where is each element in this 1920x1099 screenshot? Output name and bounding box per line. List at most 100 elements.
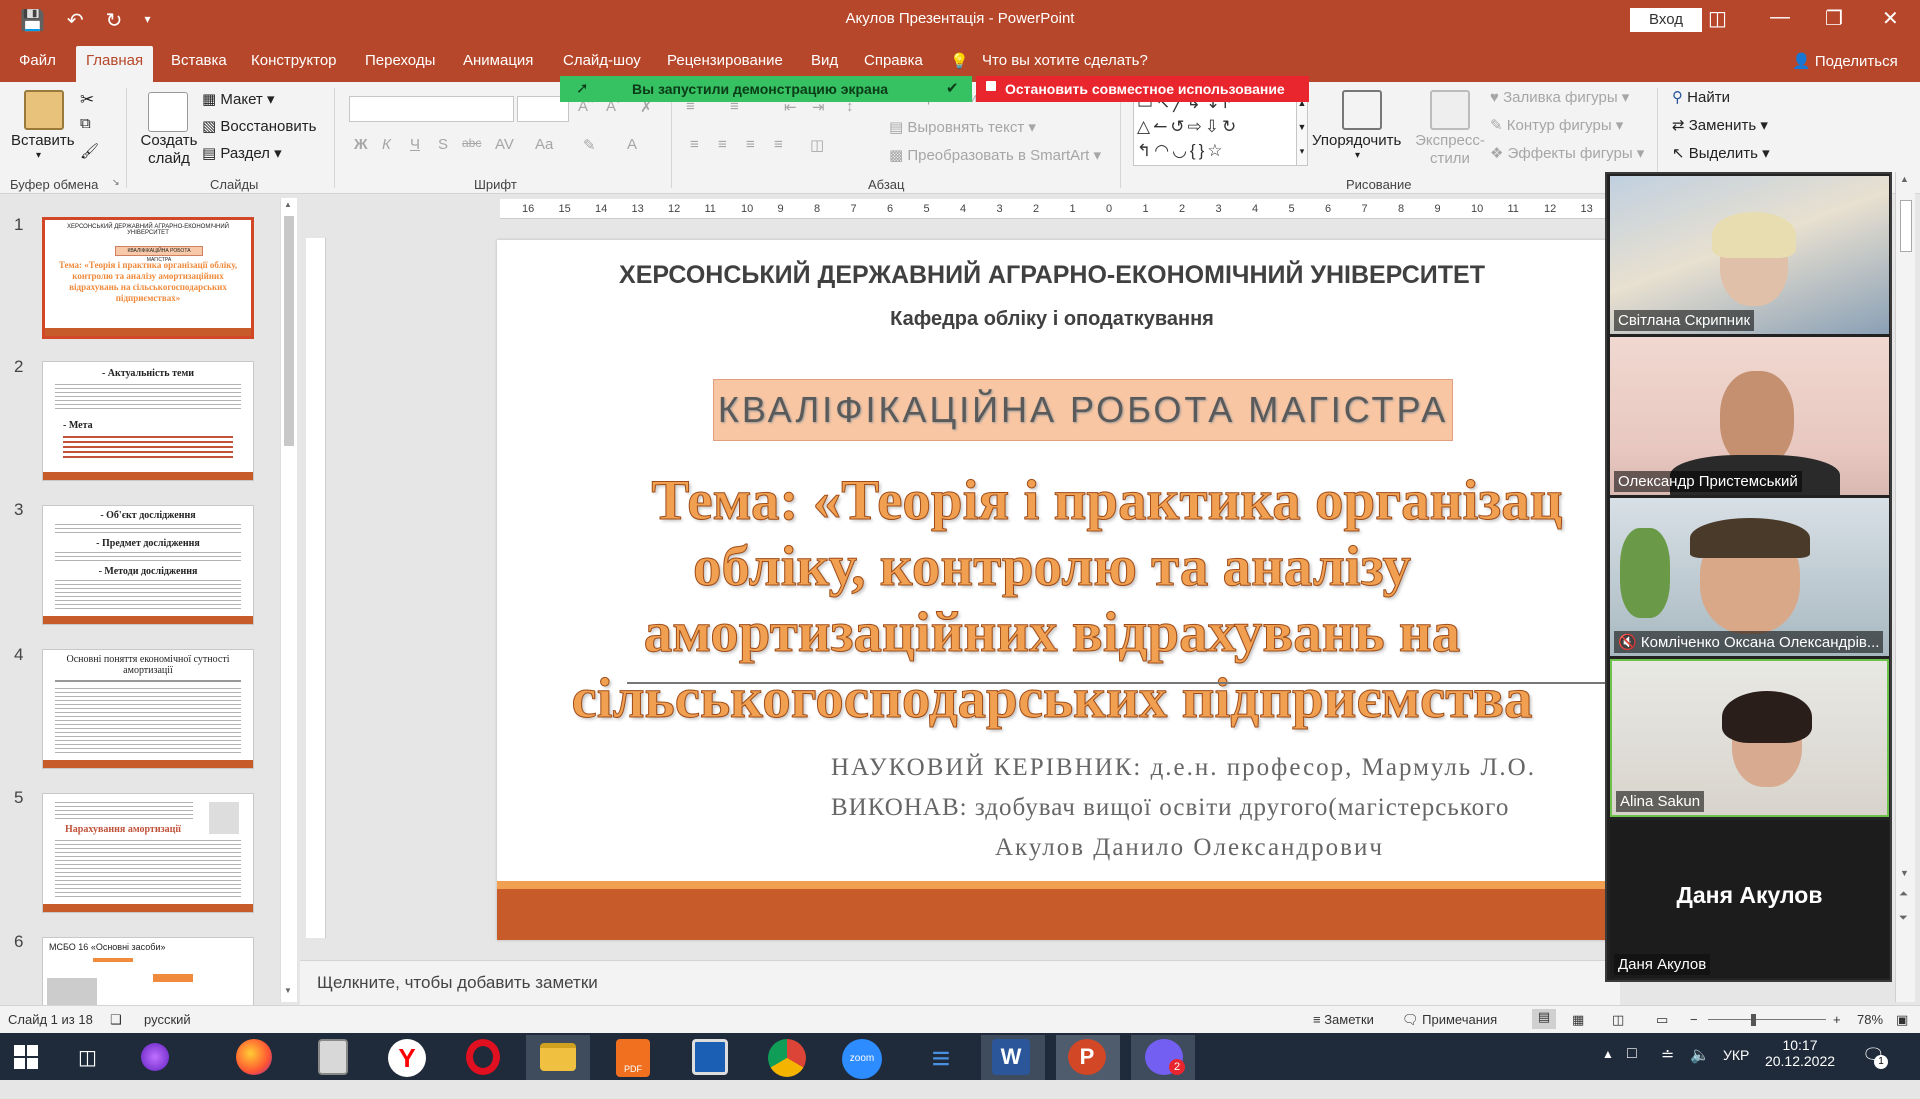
highlight-icon[interactable]: ✎ [583, 136, 596, 154]
firefox-icon[interactable] [236, 1039, 272, 1075]
smartart-button[interactable]: ▩ Преобразовать в SmartArt ▾ [889, 146, 1101, 164]
previous-slide-icon[interactable]: ⏶ [1899, 888, 1908, 901]
comments-toggle[interactable]: 🗨 Примечания [1402, 1012, 1497, 1028]
scroll-thumb[interactable] [1900, 200, 1912, 252]
pdf-reader-icon[interactable]: PDF [616, 1039, 650, 1077]
zoom-slider-thumb[interactable] [1751, 1014, 1756, 1026]
paste-icon[interactable] [24, 90, 64, 130]
slide-scrollbar[interactable]: ▲ ▼ ⏶ ⏷ [1895, 172, 1915, 1002]
tab-design[interactable]: Конструктор [251, 52, 337, 69]
input-language[interactable]: УКР [1723, 1047, 1749, 1063]
zoom-out-icon[interactable]: − [1690, 1012, 1698, 1027]
windows-start-icon[interactable] [14, 1045, 38, 1069]
slide-thumbnail-6[interactable]: МСБО 16 «Основні засоби» [42, 937, 254, 1005]
spelling-icon[interactable]: ❑ [110, 1012, 122, 1028]
slide-thumbnail-4[interactable]: Основні поняття економічної сутності амо… [42, 649, 254, 769]
align-text-button[interactable]: ▤ Выровнять текст ▾ [889, 118, 1036, 136]
tab-transitions[interactable]: Переходы [365, 52, 435, 69]
tab-help[interactable]: Справка [864, 52, 923, 69]
layout-button[interactable]: ▦ Макет ▾ [202, 90, 275, 108]
file-explorer-icon[interactable] [540, 1043, 576, 1071]
slideshow-view-icon[interactable]: ▭ [1656, 1012, 1668, 1028]
slide-sorter-icon[interactable]: ▦ [1572, 1012, 1584, 1028]
arrange-icon[interactable] [1342, 90, 1382, 130]
login-button[interactable]: Вход [1630, 8, 1702, 32]
tab-insert[interactable]: Вставка [171, 52, 227, 69]
font-color-icon[interactable]: A [627, 136, 637, 153]
share-button[interactable]: 👤 Поделиться [1792, 52, 1898, 70]
slide-thumbnail-3[interactable]: - Об'єкт дослідження - Предмет досліджен… [42, 505, 254, 625]
underline-icon[interactable]: Ч [410, 136, 420, 153]
justify-icon[interactable]: ≡ [774, 136, 783, 153]
shape-effects-button[interactable]: ❖ Эффекты фигуры ▾ [1490, 144, 1644, 162]
slide-thumbnail-2[interactable]: - Актуальність теми - Мета [42, 361, 254, 481]
slide-thumbnail-1[interactable]: ХЕРСОНСЬКИЙ ДЕРЖАВНИЙ АГРАРНО-ЕКОНОМІЧНИ… [42, 217, 254, 339]
ribbon-display-icon[interactable]: ◫ [1708, 6, 1727, 31]
tell-me-search[interactable]: Что вы хотите сделать? [982, 52, 1148, 69]
scroll-down-icon[interactable]: ▼ [1900, 868, 1909, 878]
notes-toggle[interactable]: ≡ Заметки [1313, 1012, 1374, 1027]
copy-icon[interactable]: ⧉ [80, 115, 91, 132]
fit-to-window-icon[interactable]: ▣ [1896, 1012, 1908, 1028]
task-view-icon[interactable]: ◫ [78, 1045, 97, 1070]
new-slide-icon[interactable] [148, 92, 188, 132]
font-family-combo[interactable] [349, 96, 514, 122]
zoom-level[interactable]: 78% [1857, 1012, 1883, 1027]
clock[interactable]: 10:17 20.12.2022 [1760, 1037, 1840, 1069]
tab-slideshow[interactable]: Слайд-шоу [563, 52, 641, 69]
italic-icon[interactable]: К [382, 136, 391, 153]
participant-tile[interactable]: 🔇 Комліченко Оксана Олександрів... [1610, 498, 1889, 656]
zoom-slider[interactable] [1708, 1019, 1826, 1020]
participant-tile[interactable]: Олександр Пристемський [1610, 337, 1889, 495]
align-right-icon[interactable]: ≡ [746, 136, 755, 153]
participant-tile[interactable]: Світлана Скрипник [1610, 176, 1889, 334]
quick-styles-icon[interactable] [1430, 90, 1470, 130]
show-hidden-icons[interactable]: ▲ [1602, 1047, 1614, 1061]
calculator-icon[interactable] [318, 1039, 348, 1075]
alice-assistant-icon[interactable] [141, 1043, 169, 1071]
scroll-up-icon[interactable]: ▲ [1900, 174, 1909, 184]
new-slide-button[interactable]: Создать слайд [138, 132, 200, 168]
participant-tile-self[interactable]: Даня Акулов Даня Акулов [1610, 820, 1889, 978]
arrange-button[interactable]: Упорядочить [1312, 132, 1401, 149]
opera-icon[interactable] [466, 1039, 500, 1075]
notification-center-icon[interactable]: 🗨 1 [1862, 1045, 1888, 1069]
paste-button[interactable]: Вставить [11, 132, 75, 149]
word-icon[interactable]: W [992, 1039, 1030, 1075]
change-case-icon[interactable]: Aa [535, 136, 553, 153]
chrome-icon[interactable] [768, 1039, 806, 1077]
wifi-icon[interactable]: ≐ [1661, 1045, 1674, 1065]
bold-icon[interactable]: Ж [354, 136, 368, 153]
scroll-down-icon[interactable]: ▼ [284, 986, 292, 995]
paste-dropdown-icon[interactable]: ▾ [36, 150, 41, 161]
find-button[interactable]: ⚲ Найти [1672, 88, 1730, 106]
close-button[interactable]: ✕ [1882, 6, 1899, 31]
powerpoint-icon[interactable]: P [1068, 1039, 1106, 1075]
next-slide-icon[interactable]: ⏷ [1899, 912, 1908, 925]
clipboard-launcher-icon[interactable]: ↘ [112, 177, 120, 188]
tab-review[interactable]: Рецензирование [667, 52, 783, 69]
shape-outline-button[interactable]: ✎ Контур фигуры ▾ [1490, 116, 1623, 134]
viber-icon[interactable]: 2 [1145, 1039, 1185, 1075]
tab-home[interactable]: Главная [76, 46, 154, 82]
yandex-browser-icon[interactable]: Y [388, 1039, 426, 1077]
shadow-icon[interactable]: S [438, 136, 448, 153]
cut-icon[interactable]: ✂ [80, 90, 94, 110]
slide-thumbnail-5[interactable]: Нарахування амортизації [42, 793, 254, 913]
maximize-button[interactable]: ❐ [1825, 6, 1843, 31]
format-painter-icon[interactable]: 🖌 [80, 142, 99, 160]
columns-icon[interactable]: ◫ [810, 136, 824, 154]
normal-view-icon[interactable]: ▤ [1532, 1009, 1556, 1029]
battery-icon[interactable]: □ [1627, 1045, 1637, 1063]
zoom-in-icon[interactable]: + [1833, 1012, 1841, 1027]
section-button[interactable]: ▤ Раздел ▾ [202, 144, 282, 162]
quick-styles-button[interactable]: Экспресс-стили [1410, 132, 1490, 168]
tab-animation[interactable]: Анимация [463, 52, 533, 69]
thumbnail-scrollbar[interactable]: ▲ ▼ [280, 198, 297, 1002]
current-slide[interactable]: ХЕРСОНСЬКИЙ ДЕРЖАВНИЙ АГРАРНО-ЕКОНОМІЧНИ… [497, 240, 1607, 940]
stop-sharing-button[interactable]: Остановить совместное использование [976, 76, 1309, 102]
participant-tile-active-speaker[interactable]: Alina Sakun [1610, 659, 1889, 817]
reset-button[interactable]: ▧ Восстановить [202, 117, 316, 135]
char-spacing-icon[interactable]: AV [495, 136, 514, 153]
tab-file[interactable]: Файл [19, 52, 56, 69]
